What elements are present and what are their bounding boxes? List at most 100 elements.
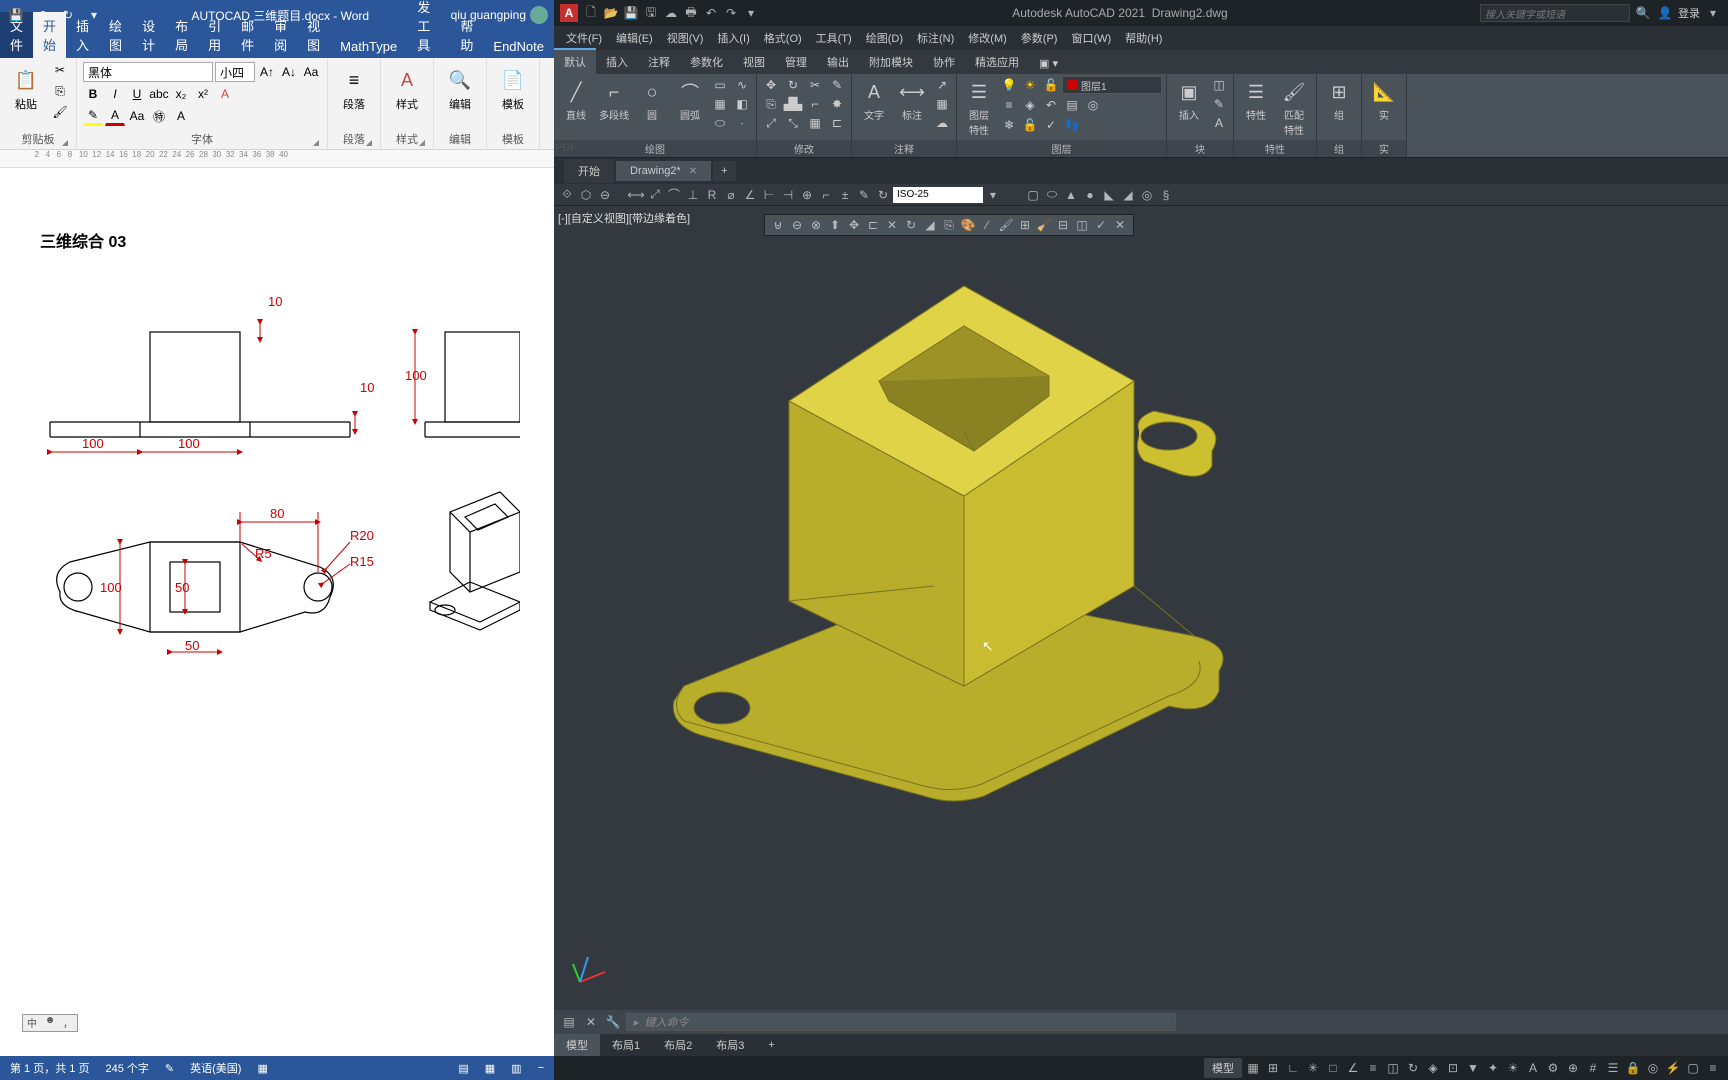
subscript-button[interactable]: x₂ [171,84,191,104]
intersect-icon[interactable]: ⊗ [807,216,825,234]
offset-face-icon[interactable]: ⊏ [864,216,882,234]
extrude-face-icon[interactable]: ⬆ [826,216,844,234]
menu-dimension[interactable]: 标注(N) [911,28,960,48]
line-button[interactable]: ╱直线 [558,76,594,122]
customize-icon[interactable]: ≡ [1704,1059,1722,1077]
tab-design[interactable]: 设计 [132,12,165,58]
cycling-icon[interactable]: ↻ [1404,1059,1422,1077]
layer-select[interactable]: 图层1 [1062,76,1162,94]
tab-help[interactable]: 帮助 [450,12,483,58]
italic-button[interactable]: I [105,84,125,104]
model-space-button[interactable]: 模型 [1204,1058,1242,1078]
page-count[interactable]: 第 1 页，共 1 页 [10,1060,89,1076]
word-document[interactable]: 三维综合 03 10 [0,168,554,1056]
menu-edit[interactable]: 编辑(E) [610,28,659,48]
command-input[interactable]: ▸ 键入命令 [626,1013,1176,1031]
cut-icon[interactable]: ✂ [50,60,70,80]
menu-format[interactable]: 格式(O) [758,28,808,48]
menu-view[interactable]: 视图(V) [661,28,710,48]
copy-icon[interactable]: ⎘ [761,95,781,113]
filter-icon[interactable]: ▼ [1464,1059,1482,1077]
units-icon[interactable]: # [1584,1059,1602,1077]
layer-off-icon[interactable]: ◎ [1083,96,1103,114]
angular-dim-icon[interactable]: ∠ [741,186,759,204]
fillet-icon[interactable]: ⌐ [805,95,825,113]
undo-icon[interactable]: ↶ [702,4,720,22]
template-button[interactable]: 📄 模板 [493,60,533,112]
text-button[interactable]: A文字 [856,76,892,122]
rtab-more-icon[interactable]: ▣ ▾ [1029,53,1068,74]
copy-icon[interactable]: ⎘ [50,81,70,101]
copy-edge-icon[interactable]: ∕ [978,216,996,234]
ime-punct-icon[interactable]: ， [59,1015,77,1031]
jog-dim-icon[interactable]: ⌐ [817,186,835,204]
layer-thaw-icon[interactable]: ❄ [999,116,1019,134]
word-count[interactable]: 245 个字 [105,1060,148,1076]
font-size-select[interactable]: 小四 [215,62,255,82]
qat-more-icon[interactable]: ▾ [84,5,104,25]
array-icon[interactable]: ▦ [805,114,825,132]
autocad-logo-icon[interactable]: A [560,4,578,22]
dim-update-icon[interactable]: ↻ [874,186,892,204]
anno-vis-icon[interactable]: ☀ [1504,1059,1522,1077]
layer-on-icon[interactable]: 💡 [999,76,1019,94]
quick-props-icon[interactable]: ☰ [1604,1059,1622,1077]
ellipse-icon[interactable]: ⬭ [710,114,730,132]
measure-button[interactable]: 📐实 [1366,76,1402,122]
open-icon[interactable]: 📂 [602,4,620,22]
web-icon[interactable]: ☁ [662,4,680,22]
rtab-express[interactable]: 精选应用 [965,50,1029,74]
paste-button[interactable]: 📋 粘贴 [6,60,46,112]
styles-button[interactable]: A 样式 [387,60,427,112]
snap-icon[interactable]: ⊞ [1264,1059,1282,1077]
table-icon[interactable]: ▦ [932,95,952,113]
menu-modify[interactable]: 修改(M) [962,28,1013,48]
cmd-history-icon[interactable]: ▤ [560,1013,578,1031]
ime-bar[interactable]: 中 ☻ ， [22,1014,78,1032]
osnap-icon[interactable]: □ [1324,1059,1342,1077]
read-mode-icon[interactable]: ▤ [458,1062,468,1075]
dim-style-icon[interactable]: ▾ [984,186,1002,204]
rtab-collab[interactable]: 协作 [923,50,965,74]
ucs-icon[interactable] [570,952,610,992]
toolbar-close-icon[interactable]: ✕ [1111,216,1129,234]
search-icon[interactable]: 🔍 [1634,4,1652,22]
char-shading-icon[interactable]: Aa [127,106,147,126]
color-edge-icon[interactable]: 🖌 [997,216,1015,234]
menu-draw[interactable]: 绘图(D) [860,28,909,48]
expand-icon[interactable]: ◢ [419,138,425,147]
layer-prev-icon[interactable]: ↶ [1041,96,1061,114]
user-icon[interactable]: 👤 [1656,4,1674,22]
menu-file[interactable]: 文件(F) [560,28,608,48]
stretch-icon[interactable]: ⤢ [761,114,781,132]
editing-button[interactable]: 🔍 编辑 [440,60,480,112]
shell-icon[interactable]: ◫ [1073,216,1091,234]
offset-icon[interactable]: ⊏ [827,114,847,132]
trim-icon[interactable]: ✂ [805,76,825,94]
dim-style-select[interactable]: ISO-25 [893,187,983,203]
pyramid-icon[interactable]: ◣ [1100,186,1118,204]
layout-1[interactable]: 布局1 [600,1034,652,1056]
taper-face-icon[interactable]: ◢ [921,216,939,234]
layer-cur-icon[interactable]: ✓ [1041,116,1061,134]
layer-panel-label[interactable]: 图层 [957,140,1166,157]
login-button[interactable]: 登录 [1678,5,1700,21]
modify-panel-label[interactable]: 修改 [757,140,851,157]
wedge-icon[interactable]: ◢ [1119,186,1137,204]
insert-block-button[interactable]: ▣插入 [1171,76,1207,122]
save-icon[interactable]: 💾 [6,5,26,25]
shrink-font-icon[interactable]: A↓ [279,62,299,82]
redo-icon[interactable]: ↷ [722,4,740,22]
subtract-icon[interactable]: ⊖ [788,216,806,234]
text-effects-icon[interactable]: A [215,84,235,104]
layout-2[interactable]: 布局2 [652,1034,704,1056]
tab-mailings[interactable]: 邮件 [231,12,264,58]
color-face-icon[interactable]: 🎨 [959,216,977,234]
dyn-ucs-icon[interactable]: ⊡ [1444,1059,1462,1077]
explode-icon[interactable]: ✸ [827,95,847,113]
tab-developer[interactable]: 开发工具 [407,0,450,58]
clean-screen-icon[interactable]: ▢ [1684,1059,1702,1077]
delete-face-icon[interactable]: ✕ [883,216,901,234]
arc-button[interactable]: ⌒圆弧 [672,76,708,122]
undo-icon[interactable]: ↶ [32,5,52,25]
